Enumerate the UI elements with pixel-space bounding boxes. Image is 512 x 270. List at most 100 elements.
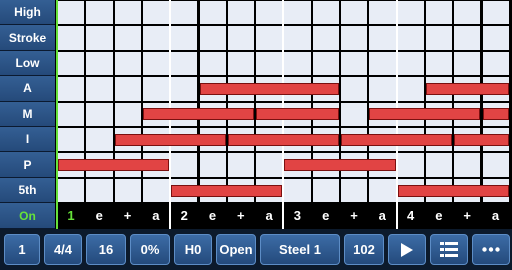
tempo-button[interactable]: 102 <box>344 234 384 265</box>
note-block[interactable] <box>284 159 396 172</box>
grid-cell[interactable] <box>397 1 424 25</box>
grid-cell[interactable] <box>171 1 198 25</box>
grid-cell[interactable] <box>58 1 85 25</box>
grid-cell[interactable] <box>142 77 170 101</box>
grid-cell[interactable] <box>171 26 198 50</box>
note-block[interactable] <box>142 108 255 121</box>
note-block[interactable] <box>256 108 339 121</box>
swing-button[interactable]: 0% <box>130 234 170 265</box>
beat-label[interactable]: + <box>453 203 481 229</box>
more-button[interactable] <box>472 234 510 265</box>
row-label-high[interactable]: High <box>0 0 55 26</box>
beat-label[interactable]: 4 <box>397 203 425 229</box>
grid-cell[interactable] <box>86 26 113 50</box>
grid-cell[interactable] <box>397 153 424 177</box>
play-button[interactable] <box>388 234 426 265</box>
grid-cell[interactable] <box>114 77 141 101</box>
instrument-button[interactable]: Steel 1 <box>260 234 340 265</box>
beat-label[interactable]: e <box>199 203 227 229</box>
beat-label[interactable]: a <box>255 203 283 229</box>
note-block[interactable] <box>482 108 509 121</box>
grid-cell[interactable] <box>482 51 509 76</box>
row-label-5th[interactable]: 5th <box>0 177 55 204</box>
grid-cell[interactable] <box>482 26 509 50</box>
grid-cell[interactable] <box>425 51 453 76</box>
grid-cell[interactable] <box>397 77 424 101</box>
grid-cell[interactable] <box>86 178 113 203</box>
grid-cell[interactable] <box>425 26 453 50</box>
list-button[interactable] <box>430 234 468 265</box>
beat-label[interactable]: + <box>227 203 255 229</box>
tuning-button[interactable]: Open <box>216 234 256 265</box>
grid-cell[interactable] <box>369 26 396 50</box>
grid-cell[interactable] <box>256 153 283 177</box>
row-label-low[interactable]: Low <box>0 50 55 77</box>
grid-cell[interactable] <box>86 1 113 25</box>
grid-cell[interactable] <box>171 51 198 76</box>
beat-label[interactable]: a <box>368 203 396 229</box>
row-label-p[interactable]: P <box>0 152 55 178</box>
grid-cell[interactable] <box>86 128 113 152</box>
grid-cell[interactable] <box>227 51 255 76</box>
row-label-m[interactable]: M <box>0 101 55 127</box>
beat-label[interactable]: 2 <box>170 203 198 229</box>
grid-cell[interactable] <box>454 51 481 76</box>
grid-cell[interactable] <box>312 178 339 203</box>
time-signature-button[interactable]: 4/4 <box>44 234 82 265</box>
grid-cell[interactable] <box>58 26 85 50</box>
beat-label[interactable]: a <box>142 203 170 229</box>
grid-cell[interactable] <box>425 1 453 25</box>
grid-cell[interactable] <box>454 26 481 50</box>
grid-cell[interactable] <box>114 178 141 203</box>
row-label-i[interactable]: I <box>0 127 55 153</box>
note-block[interactable] <box>58 159 170 172</box>
measure-button[interactable]: 1 <box>4 234 40 265</box>
grid-cell[interactable] <box>199 26 226 50</box>
grid-cell[interactable] <box>86 102 113 126</box>
grid-cell[interactable] <box>114 26 141 50</box>
grid-cell[interactable] <box>256 1 283 25</box>
grid-cell[interactable] <box>114 1 141 25</box>
grid-cell[interactable] <box>114 102 141 126</box>
grid-cell[interactable] <box>312 26 339 50</box>
beat-label[interactable]: a <box>482 203 510 229</box>
grid-cell[interactable] <box>284 51 311 76</box>
grid-cell[interactable] <box>142 26 170 50</box>
grid-cell[interactable] <box>58 77 85 101</box>
note-block[interactable] <box>454 133 509 146</box>
grid-cell[interactable] <box>171 153 198 177</box>
grid-cell[interactable] <box>312 1 339 25</box>
grid-cell[interactable] <box>369 77 396 101</box>
grid-cell[interactable] <box>284 178 311 203</box>
note-block[interactable] <box>341 133 453 146</box>
grid-cell[interactable] <box>256 26 283 50</box>
grid-cell[interactable] <box>227 1 255 25</box>
grid-cell[interactable] <box>142 178 170 203</box>
grid-cell[interactable] <box>341 178 368 203</box>
grid-cell[interactable] <box>482 1 509 25</box>
row-label-on[interactable]: On <box>0 203 55 229</box>
grid-cell[interactable] <box>341 1 368 25</box>
note-block[interactable] <box>425 82 509 95</box>
grid-cell[interactable] <box>114 51 141 76</box>
grid-cell[interactable] <box>227 26 255 50</box>
grid-cell[interactable] <box>341 102 368 126</box>
note-block[interactable] <box>369 108 481 121</box>
row-label-a[interactable]: A <box>0 76 55 102</box>
grid-cell[interactable] <box>58 128 85 152</box>
beat-label[interactable]: e <box>312 203 340 229</box>
grid-cell[interactable] <box>369 1 396 25</box>
grid-cell[interactable] <box>341 51 368 76</box>
grid-cell[interactable] <box>482 153 509 177</box>
grid-cell[interactable] <box>199 51 226 76</box>
note-block[interactable] <box>171 184 283 197</box>
hold-button[interactable]: H0 <box>174 234 212 265</box>
beat-label[interactable]: e <box>425 203 453 229</box>
beat-label[interactable]: + <box>114 203 142 229</box>
grid-cell[interactable] <box>397 51 424 76</box>
grid-cell[interactable] <box>256 51 283 76</box>
grid-cell[interactable] <box>454 1 481 25</box>
grid-cell[interactable] <box>284 26 311 50</box>
grid-cell[interactable] <box>86 51 113 76</box>
grid-cell[interactable] <box>397 26 424 50</box>
